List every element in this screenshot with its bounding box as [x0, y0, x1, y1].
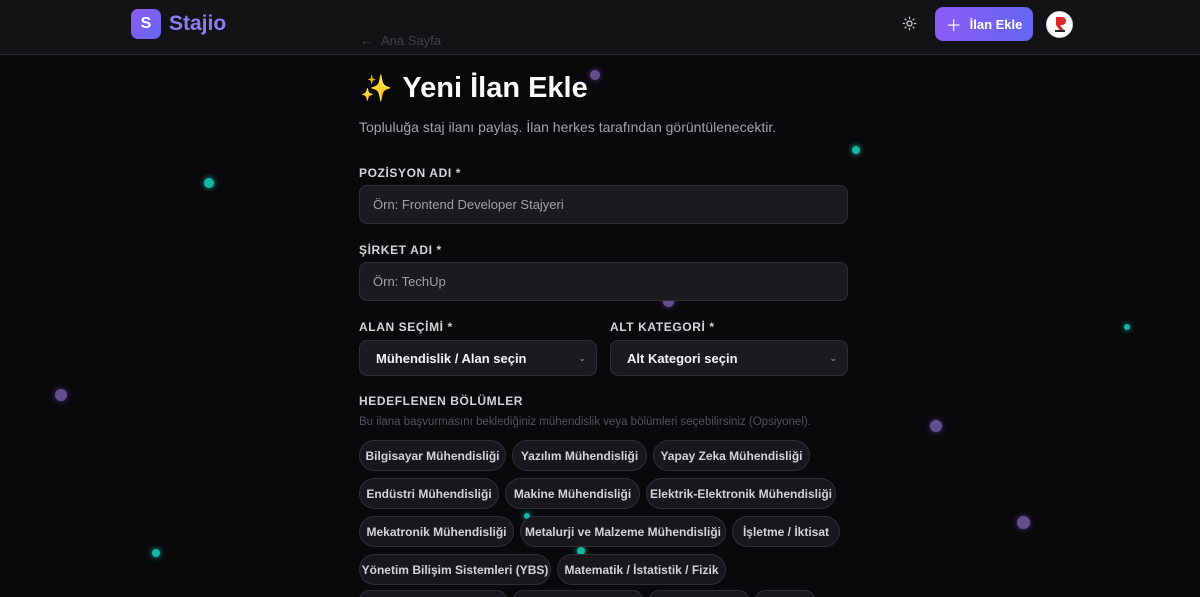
- sun-icon: [902, 16, 916, 30]
- particle: [852, 146, 860, 154]
- department-chip[interactable]: Metalurji ve Malzeme Mühendisliği: [520, 516, 726, 547]
- plus-icon: ＋: [945, 18, 962, 35]
- particle: [1124, 324, 1130, 330]
- department-chip-partial[interactable]: [513, 590, 643, 597]
- avatar[interactable]: [1046, 11, 1073, 38]
- field-label: ALAN SEÇİMİ *: [359, 320, 453, 334]
- department-chip-partial[interactable]: [359, 590, 507, 597]
- department-chip-partial[interactable]: [755, 590, 815, 597]
- departments-hint: Bu ilana başvurmasını beklediğiniz mühen…: [359, 416, 811, 428]
- theme-toggle-button[interactable]: [898, 12, 920, 34]
- department-chip[interactable]: Matematik / İstatistik / Fizik: [557, 554, 726, 585]
- avatar-logo-icon: [1054, 16, 1066, 32]
- particle: [1017, 516, 1030, 529]
- field-select[interactable]: Mühendislik / Alan seçin ⌄: [359, 340, 597, 376]
- position-label: POZİSYON ADI *: [359, 166, 461, 180]
- add-listing-label: İlan Ekle: [969, 16, 1023, 32]
- department-chip[interactable]: Yazılım Mühendisliği: [512, 440, 647, 471]
- particle: [55, 389, 67, 401]
- page-title-text: Yeni İlan Ekle: [402, 72, 588, 104]
- particle: [204, 178, 214, 188]
- subcategory-select-value: Alt Kategori seçin: [627, 350, 738, 366]
- company-input[interactable]: [359, 262, 848, 301]
- chevron-down-icon: ⌄: [578, 353, 586, 363]
- page-title: ✨ Yeni İlan Ekle: [360, 72, 588, 105]
- back-link-label: Ana Sayfa: [381, 33, 441, 48]
- logo-icon[interactable]: S: [131, 9, 161, 39]
- department-chip[interactable]: Bilgisayar Mühendisliği: [359, 440, 506, 471]
- page-subtitle: Topluluğa staj ilanı paylaş. İlan herkes…: [359, 119, 777, 135]
- position-input[interactable]: [359, 185, 848, 224]
- subcategory-label: ALT KATEGORİ *: [610, 320, 715, 334]
- back-link[interactable]: ← Ana Sayfa: [360, 33, 441, 48]
- particle: [152, 549, 160, 557]
- department-chip[interactable]: Endüstri Mühendisliği: [359, 478, 499, 509]
- department-chip-partial[interactable]: [649, 590, 749, 597]
- arrow-left-icon: ←: [360, 33, 373, 48]
- company-label: ŞİRKET ADI *: [359, 243, 442, 257]
- chevron-down-icon: ⌄: [829, 353, 837, 363]
- department-chip[interactable]: Yönetim Bilişim Sistemleri (YBS): [359, 554, 551, 585]
- department-chip[interactable]: İşletme / İktisat: [732, 516, 840, 547]
- field-select-value: Mühendislik / Alan seçin: [376, 350, 527, 366]
- logo-text[interactable]: Stajio: [169, 12, 226, 36]
- department-chip[interactable]: Elektrik-Elektronik Mühendisliği: [646, 478, 836, 509]
- department-chip[interactable]: Yapay Zeka Mühendisliği: [653, 440, 810, 471]
- sparkles-icon: ✨: [360, 73, 393, 103]
- departments-label: HEDEFLENEN BÖLÜMLER: [359, 394, 524, 408]
- particle: [590, 70, 600, 80]
- add-listing-button[interactable]: ＋ İlan Ekle: [935, 7, 1033, 41]
- top-navbar: S Stajio ＋ İlan Ekle: [0, 0, 1200, 55]
- department-chip[interactable]: Mekatronik Mühendisliği: [359, 516, 514, 547]
- particle: [930, 420, 942, 432]
- page: S Stajio ＋ İlan Ekle ← Ana Sayfa ✨ Yeni …: [0, 0, 1200, 597]
- subcategory-select[interactable]: Alt Kategori seçin ⌄: [610, 340, 848, 376]
- department-chip[interactable]: Makine Mühendisliği: [505, 478, 640, 509]
